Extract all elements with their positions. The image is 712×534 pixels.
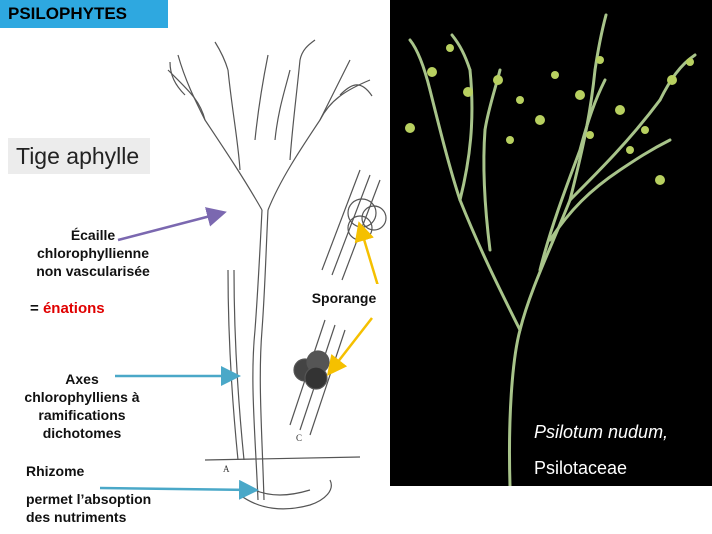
drawing-letter-a: A [223, 464, 230, 474]
photo-caption-species: Psilotum nudum, [534, 422, 669, 442]
axes-label: Axes chlorophylliens à ramifications dic… [2, 370, 162, 442]
ecaille-label: Écaille chlorophyllienne non vascularisé… [18, 226, 168, 280]
arrow-sporange-2 [326, 317, 373, 376]
axes-line2: chlorophylliens à [24, 389, 140, 405]
plant-drawing [167, 39, 387, 510]
axes-line4: dichotomes [42, 425, 122, 441]
drawing-letter-c: C [296, 433, 302, 443]
ecaille-line1: Écaille [70, 227, 116, 243]
ecaille-line2: chlorophyllienne [36, 245, 149, 261]
enations-term: énations [42, 300, 105, 317]
rhizome-desc-line1: permet l’absoption [26, 491, 152, 507]
enations-label: = énations [30, 300, 105, 318]
psilotum-photo: Psilotum nudum, Psilotaceae [390, 0, 712, 486]
enations-prefix: = [30, 300, 43, 317]
rhizome-description: permet l’absoption des nutriments [26, 490, 151, 526]
photo-caption-family: Psilotaceae [534, 458, 628, 478]
rhizome-desc-line2: des nutriments [26, 509, 127, 525]
axes-line3: ramifications [38, 407, 126, 423]
ecaille-line3: non vascularisée [36, 263, 150, 279]
axes-line1: Axes [65, 371, 99, 387]
sporange-label: Sporange [300, 284, 388, 312]
plant-photo-illustration [405, 13, 697, 486]
rhizome-label: Rhizome [26, 463, 85, 479]
